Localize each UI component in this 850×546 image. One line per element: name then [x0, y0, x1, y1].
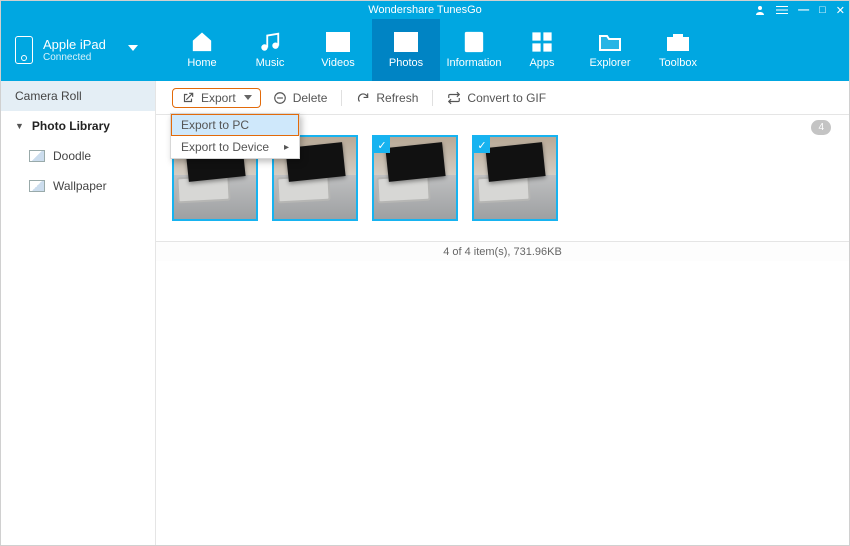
delete-icon [273, 91, 287, 105]
chevron-down-icon [128, 45, 138, 51]
status-text: 4 of 4 item(s), 731.96KB [443, 246, 562, 258]
nav-tabs: Home Music Videos Photos Information App… [168, 19, 712, 81]
top-bar: Apple iPad Connected Home Music Videos P… [1, 19, 849, 81]
refresh-button[interactable]: Refresh [348, 88, 426, 108]
tab-apps[interactable]: Apps [508, 19, 576, 81]
convert-gif-button[interactable]: Convert to GIF [439, 88, 554, 108]
device-selector[interactable]: Apple iPad Connected [1, 19, 156, 81]
content-area: Export Delete Refresh Convert to GIF [156, 81, 849, 545]
refresh-icon [356, 91, 370, 105]
chevron-right-icon: ▸ [284, 142, 289, 153]
tab-videos[interactable]: Videos [304, 19, 372, 81]
selected-check-icon [474, 137, 490, 153]
title-bar: Wondershare TunesGo — □ ✕ [1, 1, 849, 19]
sidebar-item-label: Camera Roll [15, 89, 82, 103]
tab-explorer[interactable]: Explorer [576, 19, 644, 81]
tab-music[interactable]: Music [236, 19, 304, 81]
sidebar: Camera Roll ▼ Photo Library Doodle Wallp… [1, 81, 156, 545]
count-badge: 4 [811, 120, 831, 135]
device-status: Connected [43, 52, 106, 63]
toolbar: Export Delete Refresh Convert to GIF [156, 81, 849, 115]
export-icon [181, 91, 195, 105]
maximize-button[interactable]: □ [819, 4, 826, 16]
export-button[interactable]: Export [172, 88, 261, 108]
status-bar: 4 of 4 item(s), 731.96KB [156, 241, 849, 261]
tab-home[interactable]: Home [168, 19, 236, 81]
home-icon [189, 31, 215, 53]
device-name: Apple iPad [43, 37, 106, 52]
export-to-pc[interactable]: Export to PC [171, 114, 299, 136]
chevron-down-icon [244, 95, 252, 100]
export-menu: Export to PC Export to Device ▸ [170, 113, 300, 159]
tab-information[interactable]: Information [440, 19, 508, 81]
menu-icon[interactable] [776, 4, 788, 16]
delete-button[interactable]: Delete [265, 88, 336, 108]
convert-icon [447, 91, 461, 105]
sidebar-item-label: Doodle [53, 149, 91, 163]
app-window: Wondershare TunesGo — □ ✕ Apple iPad Con… [0, 0, 850, 546]
tab-photos[interactable]: Photos [372, 19, 440, 81]
app-title: Wondershare TunesGo [368, 4, 482, 16]
sidebar-item-camera-roll[interactable]: Camera Roll [1, 81, 155, 111]
export-to-device[interactable]: Export to Device ▸ [171, 136, 299, 158]
photo-thumbnail[interactable] [472, 135, 558, 221]
window-controls: — □ ✕ [754, 1, 845, 19]
photos-icon [393, 31, 419, 53]
picture-icon [29, 150, 45, 162]
sidebar-item-wallpaper[interactable]: Wallpaper [1, 171, 155, 201]
minimize-button[interactable]: — [798, 4, 809, 16]
sidebar-item-label: Photo Library [32, 119, 110, 133]
selected-check-icon [374, 137, 390, 153]
sidebar-item-photo-library[interactable]: ▼ Photo Library [1, 111, 155, 141]
user-icon[interactable] [754, 4, 766, 16]
videos-icon [325, 31, 351, 53]
device-icon [15, 36, 33, 64]
tab-toolbox[interactable]: Toolbox [644, 19, 712, 81]
picture-icon [29, 180, 45, 192]
main-area: Camera Roll ▼ Photo Library Doodle Wallp… [1, 81, 849, 545]
sidebar-item-doodle[interactable]: Doodle [1, 141, 155, 171]
information-icon [461, 31, 487, 53]
chevron-down-icon: ▼ [15, 121, 24, 131]
folder-icon [597, 31, 623, 53]
photo-thumbnail[interactable] [372, 135, 458, 221]
sidebar-item-label: Wallpaper [53, 179, 107, 193]
music-icon [257, 31, 283, 53]
toolbox-icon [665, 31, 691, 53]
close-button[interactable]: ✕ [836, 4, 845, 17]
apps-icon [529, 31, 555, 53]
